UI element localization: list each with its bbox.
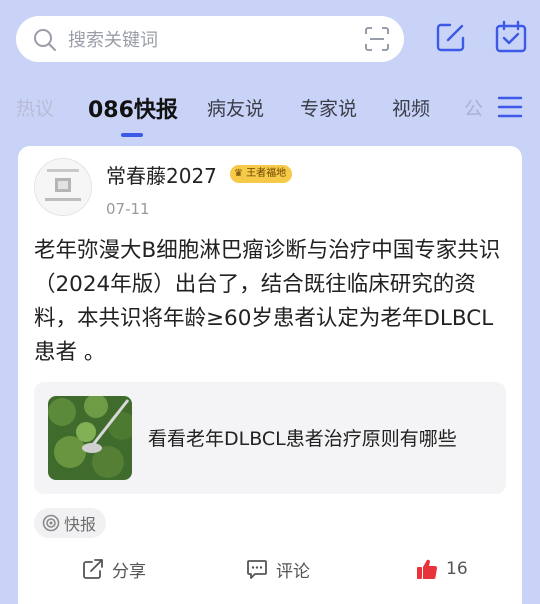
linked-article[interactable]: 看看老年DLBCL患者治疗原则有哪些 [34, 382, 506, 494]
post-date: 07-11 [106, 200, 150, 218]
search-bar[interactable] [16, 16, 404, 62]
tab-experts[interactable]: 专家说 [300, 94, 357, 121]
article-thumbnail [48, 396, 132, 480]
tab-bar: 热议 086快报 病友说 专家说 视频 公 [0, 86, 540, 140]
search-input[interactable] [66, 24, 360, 56]
like-count: 16 [446, 559, 468, 579]
author-name[interactable]: 常春藤2027 [106, 160, 217, 189]
scan-icon[interactable] [364, 26, 390, 52]
tab-more[interactable]: 公 [464, 94, 483, 121]
tag-label: 快报 [64, 515, 97, 534]
share-icon [83, 559, 103, 579]
thumbs-up-icon [417, 559, 438, 579]
tab-video[interactable]: 视频 [392, 94, 430, 121]
topic-tag[interactable]: 快报 [34, 508, 107, 538]
search-icon [34, 29, 56, 51]
target-icon [42, 514, 60, 532]
like-button[interactable]: 16 [416, 554, 468, 584]
menu-icon[interactable] [496, 94, 524, 120]
comment-button[interactable]: 评论 [246, 554, 310, 584]
share-label: 分享 [112, 561, 146, 582]
crown-icon: ♛ [234, 168, 243, 179]
tab-patients[interactable]: 病友说 [207, 94, 264, 121]
tab-086-news[interactable]: 086快报 [88, 92, 178, 124]
post-card[interactable]: 常春藤2027 ♛ 王者福地 07-11 老年弥漫大B细胞淋巴瘤诊断与治疗中国专… [18, 146, 522, 604]
tab-hot[interactable]: 热议 [16, 94, 54, 121]
comment-icon [247, 560, 267, 579]
avatar[interactable] [34, 158, 92, 216]
comment-label: 评论 [276, 561, 310, 582]
badge-label: 王者福地 [246, 168, 287, 179]
active-tab-indicator [121, 133, 143, 137]
author-badge: ♛ 王者福地 [230, 165, 293, 183]
post-content[interactable]: 老年弥漫大B细胞淋巴瘤诊断与治疗中国专家共识（2024年版）出台了，结合既往临床… [34, 234, 512, 370]
avatar-image [35, 159, 91, 215]
edit-icon[interactable] [434, 20, 468, 54]
calendar-check-icon[interactable] [494, 20, 528, 54]
share-button[interactable]: 分享 [82, 554, 146, 584]
top-header: 热议 086快报 病友说 专家说 视频 公 [0, 0, 540, 140]
article-title[interactable]: 看看老年DLBCL患者治疗原则有哪些 [148, 424, 457, 451]
